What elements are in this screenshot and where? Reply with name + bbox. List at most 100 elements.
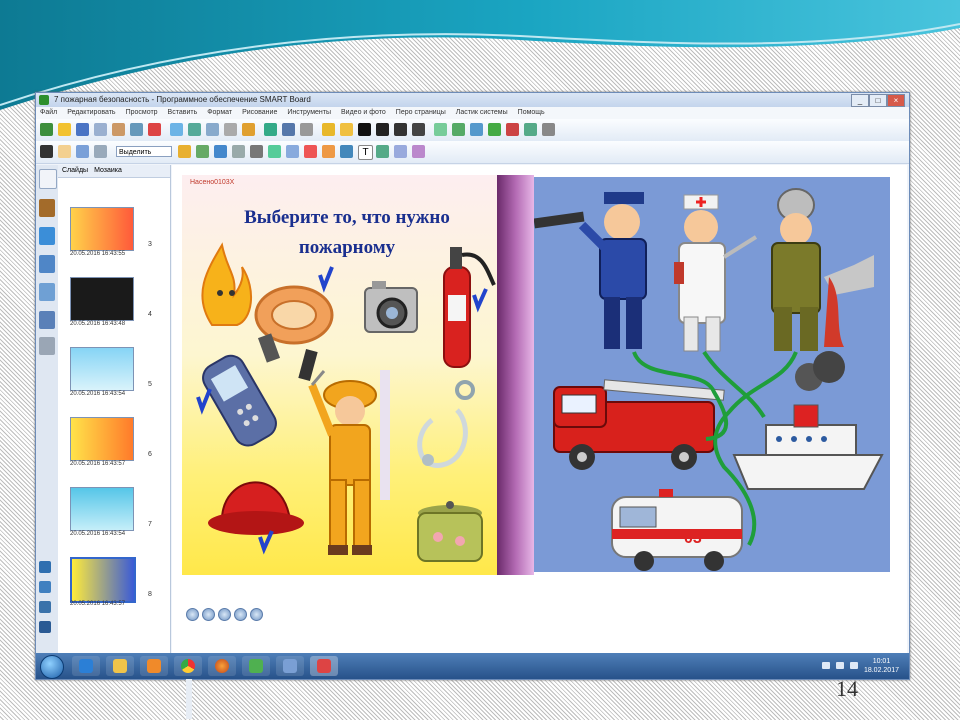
fit-page-icon[interactable] (39, 621, 51, 633)
document-camera-icon[interactable] (264, 123, 277, 136)
taskbar-firefox-button[interactable] (208, 656, 236, 676)
delete-icon[interactable] (148, 123, 161, 136)
menu-file[interactable]: Файл (40, 107, 57, 119)
tray-network-icon[interactable] (836, 662, 844, 669)
tray-flag-icon[interactable] (822, 662, 830, 669)
undo-icon[interactable] (112, 123, 125, 136)
properties-tab-icon[interactable] (39, 255, 55, 273)
taskbar-explorer-button[interactable] (106, 656, 134, 676)
page-thumbnail[interactable] (70, 277, 134, 321)
stop-icon[interactable] (394, 123, 407, 136)
eraser-icon[interactable] (196, 145, 209, 158)
pin-icon[interactable] (39, 601, 51, 613)
record-icon[interactable] (376, 123, 389, 136)
attachments-tab-icon[interactable] (39, 227, 55, 245)
new-page-icon[interactable] (40, 123, 53, 136)
gallery-icon[interactable] (434, 123, 447, 136)
close-toolbar-icon[interactable] (542, 123, 555, 136)
hand-icon[interactable] (242, 123, 255, 136)
menu-video[interactable]: Видео и фото (341, 107, 386, 119)
color-palette-icon[interactable] (304, 145, 317, 158)
screen-shade-icon[interactable] (170, 123, 183, 136)
black-square-icon[interactable] (358, 123, 371, 136)
menu-insert[interactable]: Вставить (168, 107, 198, 119)
full-screen-icon[interactable] (188, 123, 201, 136)
highlight-icon[interactable] (340, 123, 353, 136)
shape-recognition-icon[interactable] (340, 145, 353, 158)
paste-icon[interactable] (94, 123, 107, 136)
close-button[interactable]: × (887, 94, 905, 107)
pencil-icon[interactable] (178, 145, 191, 158)
menu-tools[interactable]: Инструменты (287, 107, 331, 119)
tab-slides[interactable]: Слайды (62, 165, 88, 177)
square-icon[interactable] (412, 123, 425, 136)
checkmark-icon (196, 388, 212, 415)
taskbar-ie-button[interactable] (72, 656, 100, 676)
save-icon[interactable] (76, 123, 89, 136)
taskbar-media-button[interactable] (140, 656, 168, 676)
regular-polygon-icon[interactable] (250, 145, 263, 158)
minimize-button[interactable]: _ (851, 94, 869, 107)
magic-pen-icon[interactable] (94, 145, 107, 158)
menu-draw[interactable]: Рисование (242, 107, 277, 119)
nav-prev-button[interactable] (202, 608, 215, 621)
select-arrow-icon[interactable] (40, 145, 53, 158)
text-icon[interactable]: T (358, 145, 373, 160)
open-icon[interactable] (58, 123, 71, 136)
taskbar-chrome-button[interactable] (174, 656, 202, 676)
pen-icon[interactable] (58, 145, 71, 158)
lesson-icon[interactable] (488, 123, 501, 136)
tray-volume-icon[interactable] (850, 662, 858, 669)
page-sorter-tab-icon[interactable] (39, 169, 57, 189)
ruler-icon[interactable] (394, 145, 407, 158)
measure-icon[interactable] (300, 123, 313, 136)
page-canvas[interactable]: Насено0103Х Выберите то, что нужно пожар… (172, 165, 907, 653)
addons-tab-icon[interactable] (39, 283, 55, 301)
settings-icon[interactable] (524, 123, 537, 136)
redo-icon[interactable] (130, 123, 143, 136)
taskbar-notebook-button[interactable] (242, 656, 270, 676)
taskbar-clock[interactable]: 10:01 18.02.2017 (864, 657, 899, 675)
pointer-icon[interactable] (322, 123, 335, 136)
menu-format[interactable]: Формат (207, 107, 232, 119)
lesson-activity-tab-icon[interactable] (39, 311, 55, 329)
taskbar-app-button[interactable] (276, 656, 304, 676)
start-button[interactable] (40, 655, 64, 679)
move-sidebar-icon[interactable] (39, 581, 51, 593)
maximize-button[interactable]: □ (869, 94, 887, 107)
nav-first-button[interactable] (186, 608, 199, 621)
taskbar-active-button[interactable] (310, 656, 338, 676)
add-ons-icon[interactable] (452, 123, 465, 136)
auto-hide-icon[interactable] (39, 561, 51, 573)
nav-home-button[interactable] (250, 608, 263, 621)
tab-mosaic[interactable]: Мозаика (94, 165, 122, 177)
fill-icon[interactable] (268, 145, 281, 158)
gallery-tab-icon[interactable] (39, 199, 55, 217)
image-icon[interactable] (286, 145, 299, 158)
insert-table-icon[interactable] (282, 123, 295, 136)
creative-pen-icon[interactable] (76, 145, 89, 158)
capture-icon[interactable] (224, 123, 237, 136)
page-thumbnail[interactable] (70, 487, 134, 531)
page-thumbnail[interactable] (70, 417, 134, 461)
page-thumbnail[interactable] (70, 347, 134, 391)
page-thumbnail-selected[interactable] (70, 557, 136, 603)
nav-next-button[interactable] (218, 608, 231, 621)
menu-help[interactable]: Помощь (518, 107, 545, 119)
activity-icon[interactable] (506, 123, 519, 136)
attachments-icon[interactable] (470, 123, 483, 136)
menu-edit[interactable]: Редактировать (67, 107, 115, 119)
shapes-icon[interactable] (232, 145, 245, 158)
properties-icon[interactable] (376, 145, 389, 158)
page-thumbnail[interactable] (70, 207, 134, 251)
protractor-icon[interactable] (412, 145, 425, 158)
note-tab-icon[interactable] (39, 337, 55, 355)
menu-view[interactable]: Просмотр (126, 107, 158, 119)
crayon-icon[interactable] (322, 145, 335, 158)
line-icon[interactable] (214, 145, 227, 158)
menu-eraser[interactable]: Ластик системы (456, 107, 508, 119)
nav-last-button[interactable] (234, 608, 247, 621)
menu-pen[interactable]: Перо страницы (396, 107, 446, 119)
table-icon[interactable] (206, 123, 219, 136)
pen-type-dropdown[interactable]: Выделить (116, 146, 172, 157)
